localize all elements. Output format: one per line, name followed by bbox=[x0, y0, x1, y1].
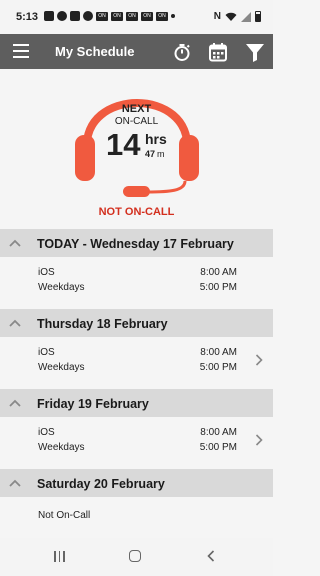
battery-icon bbox=[255, 11, 261, 22]
wifi-icon bbox=[225, 12, 237, 21]
back-icon[interactable] bbox=[207, 550, 215, 562]
status-bar: 5:13 ON ON ON ON ON N bbox=[0, 0, 273, 34]
day-header[interactable]: Thursday 18 February bbox=[0, 309, 273, 337]
page-title: My Schedule bbox=[55, 44, 135, 59]
countdown-minutes: 47 bbox=[145, 149, 156, 159]
shift-row[interactable]: iOS Weekdays 8:00 AM 5:00 PM bbox=[0, 337, 273, 389]
oncall-countdown: NEXT ON-CALL 14 hrs 47 m NOT ON-CALL bbox=[0, 69, 273, 229]
menu-icon[interactable] bbox=[13, 44, 29, 58]
on-badge-icon: ON bbox=[126, 11, 138, 21]
grid-icon bbox=[70, 11, 80, 21]
shift-start: 8:00 AM bbox=[200, 427, 237, 438]
on-badge-icon: ON bbox=[111, 11, 123, 21]
day-title: TODAY - Wednesday 17 February bbox=[37, 237, 234, 251]
chevron-right-icon[interactable] bbox=[255, 434, 263, 446]
day-header[interactable]: Friday 19 February bbox=[0, 389, 273, 417]
chevron-up-icon bbox=[9, 239, 21, 247]
shift-end: 5:00 PM bbox=[199, 282, 237, 293]
countdown-hours: 14 bbox=[106, 127, 141, 162]
hours-unit: hrs bbox=[145, 131, 167, 147]
day-header[interactable]: Saturday 20 February bbox=[0, 469, 273, 497]
minutes-unit: m bbox=[157, 149, 165, 159]
calendar-icon[interactable] bbox=[207, 41, 229, 63]
shift-days: Weekdays bbox=[38, 442, 85, 453]
day-title: Saturday 20 February bbox=[37, 477, 165, 491]
chevron-up-icon bbox=[9, 319, 21, 327]
app-bar: My Schedule bbox=[0, 34, 273, 69]
day-title: Friday 19 February bbox=[37, 397, 149, 411]
chevron-up-icon bbox=[9, 479, 21, 487]
on-badge-icon: ON bbox=[141, 11, 153, 21]
shift-start: 8:00 AM bbox=[200, 267, 237, 278]
dot-icon bbox=[171, 14, 175, 18]
system-icons: N bbox=[214, 11, 261, 22]
nfc-icon: N bbox=[213, 11, 221, 22]
chevron-up-icon bbox=[9, 399, 21, 407]
shift-end: 5:00 PM bbox=[199, 442, 237, 453]
system-nav-bar bbox=[0, 538, 273, 576]
dot-icon bbox=[83, 11, 93, 21]
chevron-right-icon[interactable] bbox=[255, 354, 263, 366]
day-title: Thursday 18 February bbox=[37, 317, 168, 331]
stopwatch-icon[interactable] bbox=[171, 41, 193, 63]
shift-name: iOS bbox=[38, 347, 55, 358]
notification-icons: ON ON ON ON ON bbox=[44, 11, 175, 21]
status-time: 5:13 bbox=[16, 11, 39, 23]
shift-row[interactable]: iOS Weekdays 8:00 AM 5:00 PM bbox=[0, 257, 273, 309]
signal-icon bbox=[241, 11, 251, 22]
shift-name: iOS bbox=[38, 267, 55, 278]
shift-start: 8:00 AM bbox=[200, 347, 237, 358]
oncall-label: ON-CALL bbox=[114, 116, 159, 127]
shift-days: Weekdays bbox=[38, 362, 85, 373]
slack-icon bbox=[57, 11, 67, 21]
not-oncall-text: Not On-Call bbox=[38, 510, 91, 521]
recent-apps-icon[interactable] bbox=[54, 551, 65, 562]
on-badge-icon: ON bbox=[156, 11, 168, 21]
shift-row: Not On-Call bbox=[0, 497, 273, 538]
next-label: NEXT bbox=[121, 103, 152, 115]
shift-row[interactable]: iOS Weekdays 8:00 AM 5:00 PM bbox=[0, 417, 273, 469]
shift-name: iOS bbox=[38, 427, 55, 438]
shift-end: 5:00 PM bbox=[199, 362, 237, 373]
home-icon[interactable] bbox=[129, 550, 141, 562]
on-badge-icon: ON bbox=[96, 11, 108, 21]
filter-icon[interactable] bbox=[244, 41, 266, 63]
shift-days: Weekdays bbox=[38, 282, 85, 293]
oncall-status: NOT ON-CALL bbox=[98, 206, 175, 218]
day-header[interactable]: TODAY - Wednesday 17 February bbox=[0, 229, 273, 257]
message-icon bbox=[44, 11, 54, 21]
